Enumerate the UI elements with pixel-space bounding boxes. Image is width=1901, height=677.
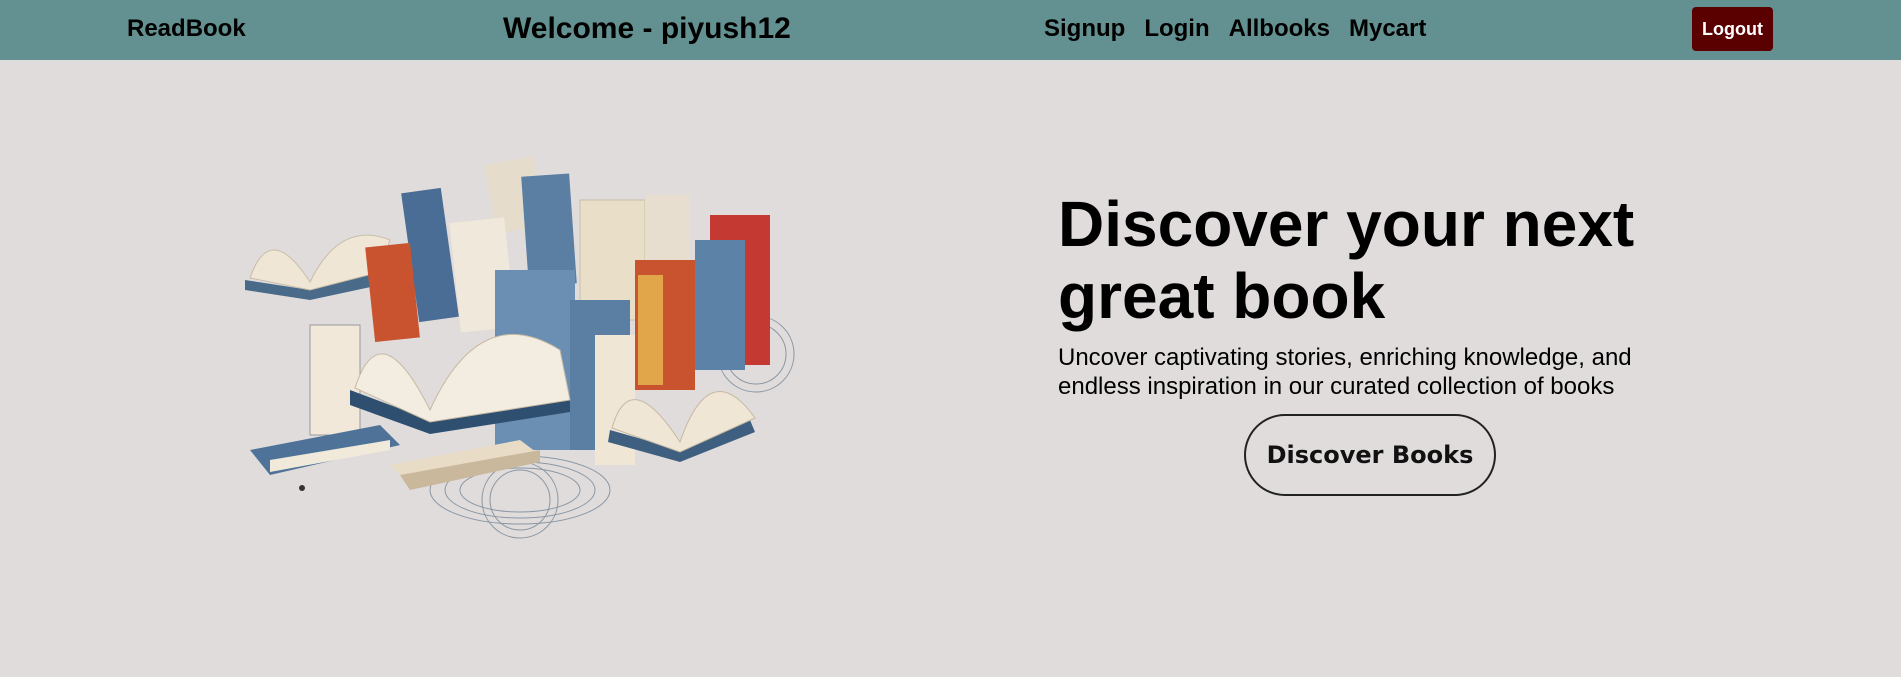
logout-button[interactable]: Logout	[1692, 7, 1773, 51]
hero-books-illustration	[240, 150, 800, 540]
nav-links: Signup Login Allbooks Mycart	[1044, 14, 1426, 44]
nav-link-allbooks[interactable]: Allbooks	[1229, 14, 1330, 44]
nav-link-login[interactable]: Login	[1144, 14, 1209, 44]
welcome-message: Welcome - piyush12	[503, 12, 791, 45]
hero-title: Discover your next great book	[1058, 188, 1635, 332]
hero-subtitle: Uncover captivating stories, enriching k…	[1058, 344, 1632, 400]
discover-books-button[interactable]: Discover Books	[1244, 414, 1496, 496]
top-navbar: ReadBook Welcome - piyush12 Signup Login…	[0, 0, 1901, 60]
brand-link[interactable]: ReadBook	[127, 14, 246, 44]
nav-link-signup[interactable]: Signup	[1044, 14, 1125, 44]
nav-link-mycart[interactable]: Mycart	[1349, 14, 1426, 44]
